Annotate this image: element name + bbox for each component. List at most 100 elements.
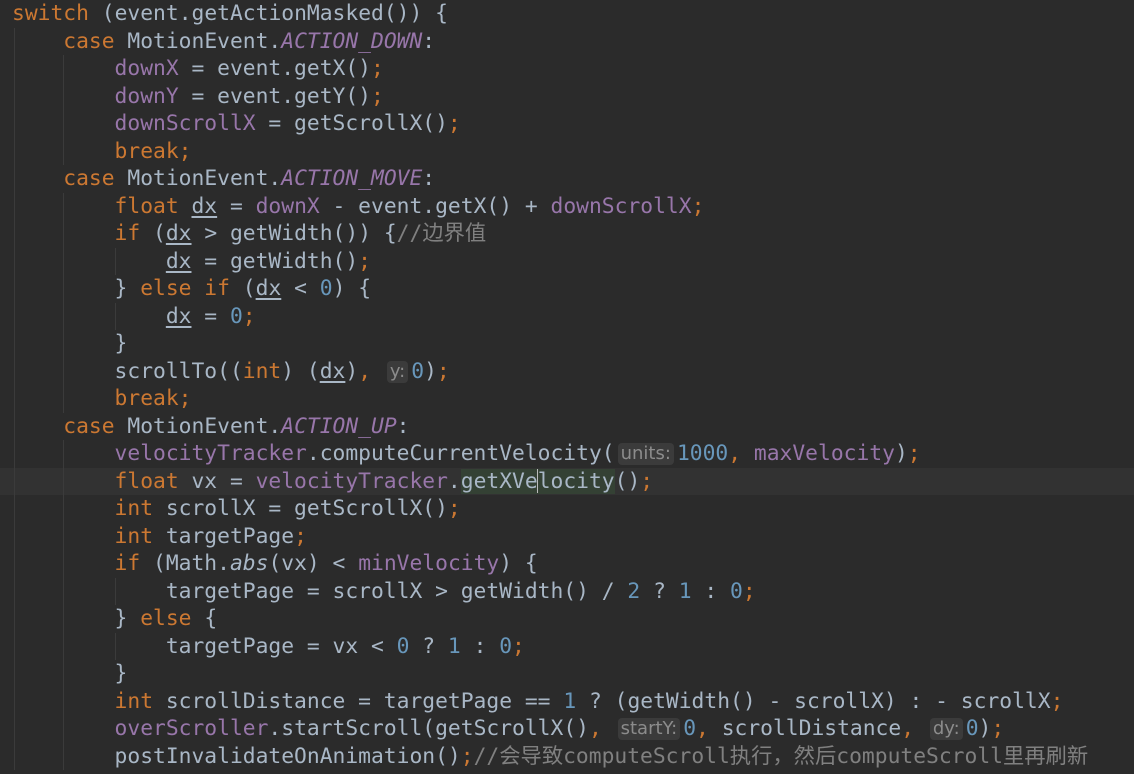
indent-guide (14, 82, 15, 110)
indent-guide (63, 55, 65, 83)
indent-guide (63, 660, 65, 688)
code-text: downScrollX = getScrollX(); (115, 110, 461, 138)
code-line[interactable]: float vx = velocityTracker.getXVelocity(… (0, 467, 1134, 496)
indent-guide (63, 302, 65, 330)
indent-guide (63, 550, 65, 578)
code-line[interactable]: downScrollX = getScrollX(); (0, 110, 1134, 138)
code-line[interactable]: downX = event.getX(); (0, 55, 1134, 83)
keyword-token: ; (907, 441, 921, 466)
code-line[interactable]: break; (0, 385, 1134, 413)
number-token: 1 (563, 688, 577, 714)
code-text: targetPage = scrollX > getWidth() / 2 ? … (166, 578, 756, 606)
code-text: dx = 0; (166, 303, 256, 331)
indent-guide (14, 220, 15, 248)
field-token: downScrollX (114, 111, 256, 136)
number-token: 0 (499, 633, 513, 659)
indent-guide (63, 742, 65, 770)
code-line[interactable]: break; (0, 137, 1134, 165)
code-line[interactable]: targetPage = vx < 0 ? 1 : 0; (0, 632, 1134, 660)
code-token: ) ( (281, 358, 320, 384)
code-line[interactable]: } else { (0, 605, 1134, 633)
code-text: case MotionEvent.ACTION_UP: (63, 413, 409, 441)
indent-guide (63, 330, 65, 358)
number-token: 0 (396, 633, 410, 659)
constant-token: ACTION_UP (281, 413, 397, 439)
parameter-hint: units: (617, 443, 674, 465)
code-line[interactable]: downY = event.getY(); (0, 82, 1134, 110)
keyword-token: float (114, 193, 192, 219)
code-line[interactable]: dx = getWidth(); (0, 247, 1134, 276)
code-token: ( (229, 276, 256, 301)
code-token: ) { (332, 276, 372, 301)
code-line[interactable]: overScroller.startScroll(getScrollX(), s… (0, 715, 1134, 743)
code-line[interactable]: } (0, 660, 1134, 688)
code-token: scrollX = getScrollX() (153, 496, 448, 521)
code-token: () (614, 468, 641, 494)
field-token: velocityTracker (255, 468, 448, 494)
code-token: : (460, 633, 500, 659)
indent-guide (14, 550, 15, 578)
code-line[interactable]: scrollTo((int) (dx), y: 0); (0, 357, 1134, 385)
code-text: float dx = downX - event.getX() + downSc… (115, 193, 705, 221)
code-line[interactable]: float dx = downX - event.getX() + downSc… (0, 192, 1134, 221)
code-editor[interactable]: switch (event.getActionMasked()) {case M… (0, 0, 1134, 774)
code-line[interactable]: int targetPage; (0, 522, 1134, 550)
code-text: postInvalidateOnAnimation();//会导致compute… (115, 743, 1089, 771)
code-token: vx = (178, 468, 256, 494)
keyword-token: case (63, 166, 115, 191)
constant-token: ACTION_MOVE (281, 166, 423, 191)
indent-guide (63, 467, 65, 495)
code-line[interactable]: switch (event.getActionMasked()) { (0, 0, 1134, 28)
field-token: maxVelocity (753, 441, 895, 466)
keyword-token: ; (294, 523, 307, 549)
reassigned-variable-token: dx (255, 276, 282, 301)
code-text: } else { (115, 605, 218, 633)
comment-token: //会导致computeScroll执行，然后computeScroll里再刷新 (473, 743, 1089, 769)
keyword-token: switch (12, 1, 89, 26)
code-line[interactable]: case MotionEvent.ACTION_DOWN: (0, 27, 1134, 55)
code-line[interactable]: case MotionEvent.ACTION_MOVE: (0, 165, 1134, 193)
comment-token: //边界值 (396, 221, 487, 246)
code-token: scrollDistance = targetPage == (153, 688, 564, 714)
code-text: float vx = velocityTracker.getXVelocity(… (114, 468, 653, 496)
keyword-token: ; (370, 83, 384, 109)
code-token: : (396, 413, 410, 439)
code-token: (Math. (140, 551, 230, 576)
code-line[interactable]: int scrollX = getScrollX(); (0, 495, 1134, 523)
code-line[interactable]: velocityTracker.computeCurrentVelocity(u… (0, 440, 1134, 468)
code-line[interactable]: if (Math.abs(vx) < minVelocity) { (0, 550, 1134, 578)
indent-guide (14, 605, 15, 633)
code-token: ( (140, 221, 166, 246)
code-line[interactable]: dx = 0; (0, 302, 1134, 331)
keyword-token: ; (742, 578, 756, 604)
number-token: 0 (683, 716, 697, 741)
reassigned-variable-token: dx (319, 358, 346, 384)
code-token: { (191, 606, 218, 631)
static-method-token: abs (229, 551, 269, 576)
code-line[interactable]: case MotionEvent.ACTION_UP: (0, 412, 1134, 441)
code-line[interactable]: postInvalidateOnAnimation();//会导致compute… (0, 742, 1134, 771)
code-text: dx = getWidth(); (166, 248, 371, 276)
code-token: targetPage (153, 523, 295, 549)
code-line[interactable]: if (dx > getWidth()) {//边界值 (0, 220, 1134, 248)
indent-guide (14, 467, 15, 495)
code-line[interactable]: targetPage = scrollX > getWidth() / 2 ? … (0, 577, 1134, 606)
keyword-token: case (63, 28, 115, 54)
code-text: overScroller.startScroll(getScrollX(), s… (115, 715, 1005, 743)
keyword-token: float (114, 468, 179, 494)
indent-guide (14, 275, 15, 303)
code-text: if (dx > getWidth()) {//边界值 (115, 220, 487, 248)
keyword-token: ; (1050, 688, 1064, 714)
keyword-token: int (114, 523, 154, 549)
code-line[interactable]: } else if (dx < 0) { (0, 275, 1134, 303)
code-line[interactable]: int scrollDistance = targetPage == 1 ? (… (0, 687, 1134, 715)
code-line[interactable]: } (0, 330, 1134, 358)
indent-guide (14, 357, 15, 385)
field-token: minVelocity (358, 551, 500, 576)
indent-guide (14, 715, 15, 743)
indent-guide (63, 82, 65, 110)
code-token: ? (640, 578, 679, 604)
keyword-token: , (901, 716, 915, 741)
code-text: } else if (dx < 0) { (115, 275, 372, 303)
number-token: 1000 (676, 441, 729, 466)
